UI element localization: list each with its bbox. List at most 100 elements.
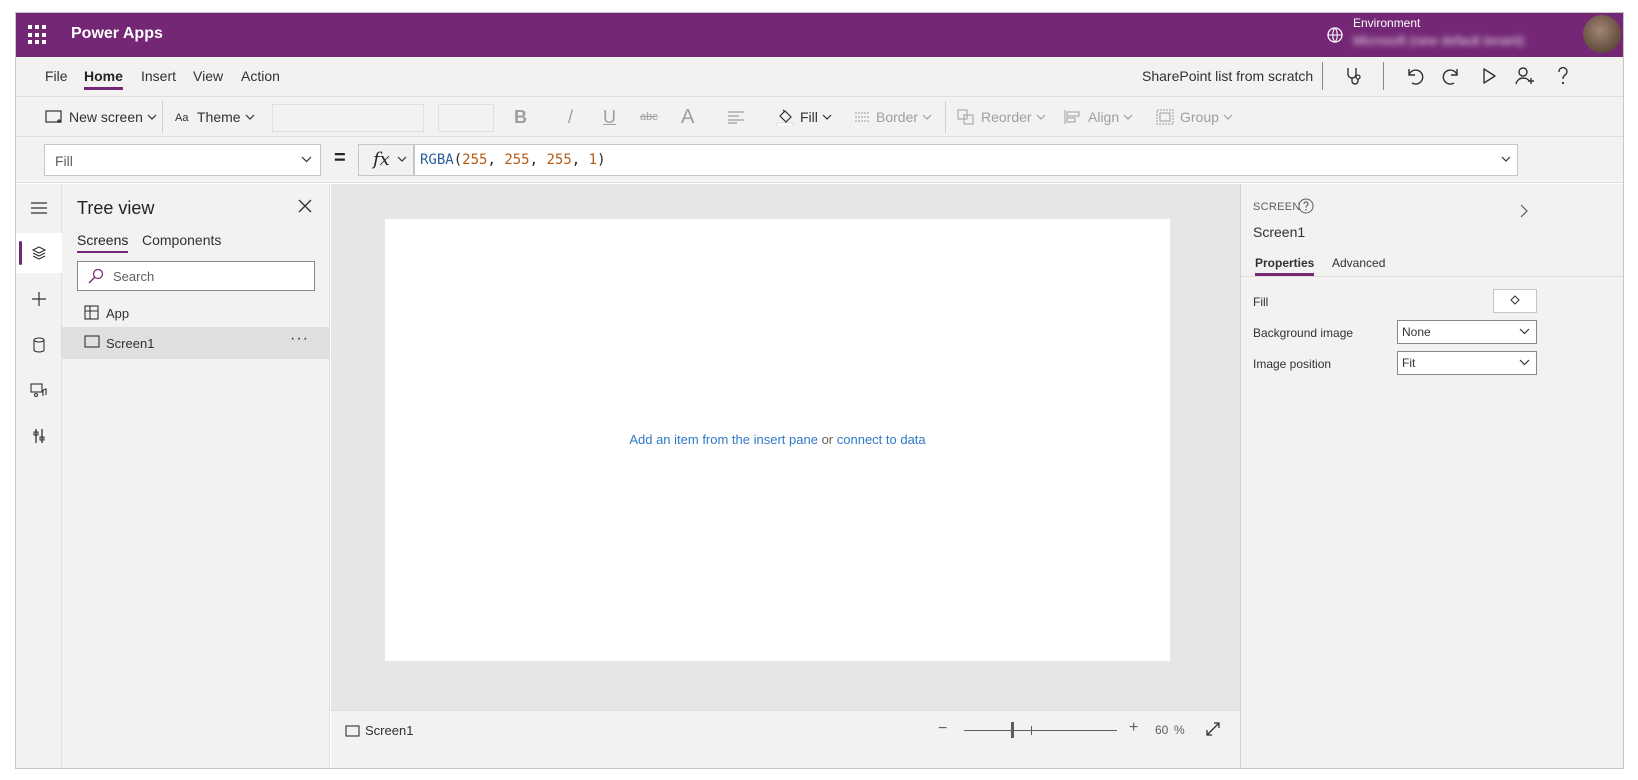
close-icon[interactable] [298, 199, 312, 213]
zoom-value[interactable]: 60 [1155, 723, 1168, 737]
status-bar: Screen1 − + 60 % [331, 710, 1240, 768]
undo-icon[interactable] [1403, 65, 1425, 87]
connect-data-link[interactable]: connect to data [837, 432, 926, 447]
advanced-tools-button[interactable] [16, 416, 62, 456]
fill-color-picker[interactable] [1493, 289, 1537, 313]
media-button[interactable] [16, 370, 62, 410]
zoom-slider[interactable] [964, 730, 1117, 731]
redo-icon[interactable] [1441, 65, 1463, 87]
chevron-down-icon [397, 156, 407, 162]
tab-components[interactable]: Components [142, 232, 221, 248]
canvas-area: Add an item from the insert pane or conn… [331, 184, 1240, 710]
current-screen-selector[interactable]: Screen1 [345, 723, 413, 738]
expand-formula-icon[interactable] [1501, 156, 1511, 162]
border-button[interactable]: Border [854, 97, 932, 137]
help-icon[interactable] [1552, 65, 1574, 87]
underline-button[interactable]: U [603, 97, 616, 137]
chevron-down-icon [1223, 114, 1233, 120]
new-screen-button[interactable]: New screen [45, 97, 157, 137]
play-icon[interactable] [1478, 65, 1500, 87]
tab-screens[interactable]: Screens [77, 232, 129, 253]
chevron-down-icon [147, 114, 157, 120]
data-button[interactable] [16, 325, 62, 365]
avatar[interactable] [1583, 15, 1621, 53]
background-image-select[interactable]: None [1397, 320, 1537, 344]
reorder-label: Reorder [981, 109, 1032, 125]
fill-button[interactable]: Fill [776, 97, 832, 137]
tab-properties[interactable]: Properties [1255, 256, 1315, 276]
properties-pane: SCREEN Screen1 Properties Advanced Fill … [1240, 184, 1623, 768]
zoom-in-button[interactable]: + [1129, 719, 1138, 737]
property-select[interactable]: Fill [44, 144, 321, 176]
formula-sep: , [487, 152, 505, 168]
text-align-button[interactable] [727, 97, 751, 137]
theme-button[interactable]: Aa Theme [175, 97, 255, 137]
chevron-down-icon [1123, 114, 1133, 120]
app-launcher-icon[interactable] [28, 25, 48, 45]
chevron-down-icon [1036, 114, 1046, 120]
environment-icon[interactable] [1326, 26, 1344, 44]
formula-input[interactable]: RGBA(255, 255, 255, 1) [414, 144, 1518, 176]
chevron-down-icon [245, 114, 255, 120]
app-title: Power Apps [71, 25, 163, 42]
fx-label: fx [373, 149, 390, 170]
formula-sep: , [571, 152, 589, 168]
share-icon[interactable] [1514, 65, 1536, 87]
tree-item-screen1[interactable]: Screen1 ··· [62, 327, 330, 359]
reorder-button[interactable]: Reorder [957, 97, 1046, 137]
image-position-value: Fit [1402, 356, 1416, 370]
image-position-select[interactable]: Fit [1397, 351, 1537, 375]
current-screen-label: Screen1 [365, 723, 414, 738]
tree-search-input[interactable]: Search [77, 261, 315, 291]
help-icon[interactable] [1298, 198, 1314, 214]
bold-button[interactable]: B [514, 97, 527, 137]
app-name[interactable]: SharePoint list from scratch [1142, 68, 1313, 84]
divider [945, 101, 946, 133]
menu-insert[interactable]: Insert [141, 68, 176, 84]
divider [1383, 62, 1384, 90]
theme-label: Theme [197, 109, 241, 125]
screen-canvas[interactable]: Add an item from the insert pane or conn… [385, 219, 1170, 661]
menu-view[interactable]: View [193, 68, 223, 84]
formula-arg: 255 [462, 152, 488, 168]
zoom-slider-thumb[interactable] [1011, 722, 1014, 738]
text-align-icon [728, 111, 744, 124]
image-position-label: Image position [1253, 357, 1332, 371]
environment-name[interactable]: Microsoft (new default tenant) [1353, 33, 1524, 48]
tree-item-app[interactable]: App [62, 297, 330, 329]
divider [1241, 276, 1623, 277]
zoom-out-button[interactable]: − [938, 720, 947, 738]
font-size-select[interactable] [438, 104, 494, 132]
strikethrough-button[interactable]: abc [640, 97, 658, 137]
fit-to-window-icon[interactable] [1205, 721, 1221, 737]
formula-open-paren: ( [453, 152, 463, 168]
search-placeholder: Search [113, 269, 155, 284]
hint-or: or [821, 432, 834, 447]
group-icon [1156, 109, 1174, 125]
tree-view-button[interactable] [16, 233, 62, 273]
ribbon-toolbar: New screen Aa Theme B / U abc A Fill Bor… [16, 97, 1623, 137]
menu-action[interactable]: Action [241, 68, 280, 84]
tab-advanced[interactable]: Advanced [1332, 256, 1385, 270]
fx-button[interactable]: fx [358, 144, 414, 176]
menu-file[interactable]: File [45, 68, 68, 84]
insert-button[interactable] [16, 279, 62, 319]
insert-pane-link[interactable]: Add an item from the insert pane [629, 432, 818, 447]
menu-home[interactable]: Home [84, 68, 123, 90]
font-family-select[interactable] [272, 104, 424, 132]
hamburger-menu-button[interactable] [16, 188, 62, 228]
formula-arg: 1 [588, 152, 598, 168]
formula-bar: Fill = fx RGBA(255, 255, 255, 1) [16, 137, 1623, 183]
chevron-right-icon[interactable] [1519, 203, 1529, 219]
more-options-button[interactable]: ··· [290, 330, 309, 348]
selected-control-name[interactable]: Screen1 [1253, 224, 1305, 240]
font-color-button[interactable]: A [681, 97, 694, 137]
italic-button[interactable]: / [568, 97, 573, 137]
app-icon [84, 305, 99, 320]
group-button[interactable]: Group [1156, 97, 1233, 137]
align-label: Align [1088, 109, 1120, 125]
align-button[interactable]: Align [1064, 97, 1133, 137]
fill-label: Fill [800, 109, 818, 125]
app-checker-icon[interactable] [1343, 65, 1365, 87]
new-screen-label: New screen [69, 109, 143, 125]
